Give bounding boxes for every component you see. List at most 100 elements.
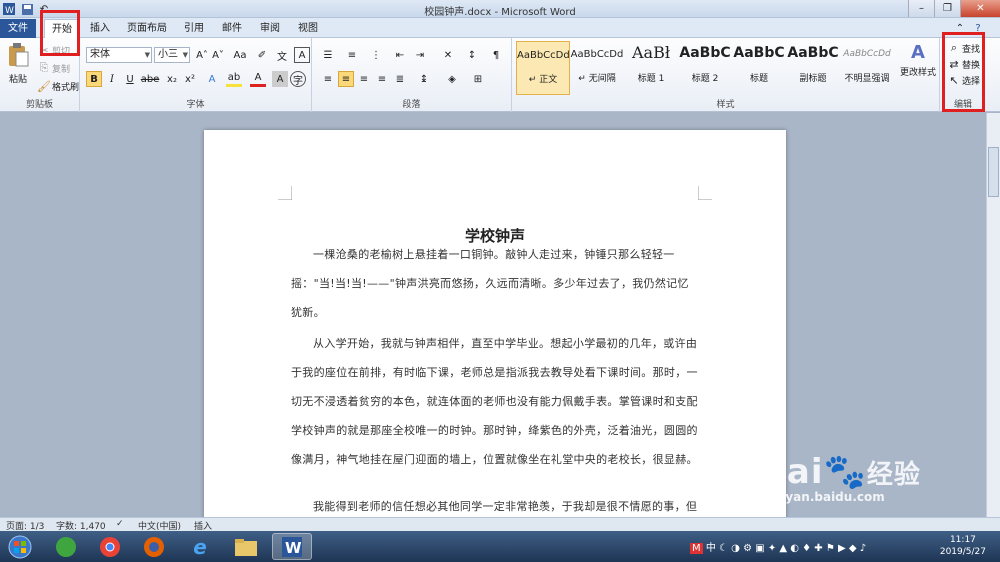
ribbon: 粘贴 ✂ 剪切 ⎘ 复制 🖌 格式刷 剪贴板 宋体 ▼ 小三 ▼ A˄ A˅ Aa ✐ 文… bbox=[0, 38, 1000, 112]
tab-review[interactable]: 审阅 bbox=[256, 19, 284, 38]
status-bar: 页面: 1/3 字数: 1,470 ✓ 中文(中国) 插入 bbox=[0, 517, 1000, 532]
highlight-box-editing bbox=[942, 32, 985, 112]
restore-button[interactable]: ❐ bbox=[934, 0, 960, 17]
paste-button[interactable]: 粘贴 bbox=[4, 42, 32, 85]
font-color-icon[interactable]: A bbox=[250, 71, 266, 87]
styles-gallery: AaBbCcDd ↵ 正文 AaBbCcDd ↵ 无间隔 AaBł 标题 1 A… bbox=[516, 41, 894, 95]
highlight-box-home-tab bbox=[40, 10, 80, 56]
clear-format-icon[interactable]: ✐ bbox=[254, 47, 270, 63]
shrink-font-icon[interactable]: A˅ bbox=[210, 47, 226, 63]
style-heading-2[interactable]: AaBbC 标题 2 bbox=[678, 41, 732, 95]
align-left-icon[interactable]: ≡ bbox=[320, 71, 336, 87]
tab-page-layout[interactable]: 页面布局 bbox=[124, 19, 170, 38]
change-styles-icon: A bbox=[911, 42, 925, 63]
chrome-icon[interactable] bbox=[90, 533, 130, 560]
align-right-icon[interactable]: ≡ bbox=[356, 71, 372, 87]
paragraph-group-label: 段落 bbox=[402, 100, 421, 110]
text-effects-icon[interactable]: A bbox=[204, 71, 220, 87]
tab-file[interactable]: 文件 bbox=[0, 19, 36, 38]
ribbon-tabs: 文件 开始 插入 页面布局 引用 邮件 审阅 视图 ⌃ ? bbox=[0, 18, 1000, 39]
style-normal[interactable]: AaBbCcDd ↵ 正文 bbox=[516, 41, 570, 95]
format-painter-button[interactable]: 🖌 格式刷 bbox=[36, 78, 79, 94]
font-group: 宋体 ▼ 小三 ▼ A˄ A˅ Aa ✐ 文 A B I U abe x₂ x² A… bbox=[80, 38, 312, 112]
ime-icon[interactable]: M bbox=[690, 543, 703, 554]
word-taskbar-icon[interactable]: W bbox=[272, 533, 312, 560]
internet-explorer-icon[interactable]: e bbox=[180, 533, 220, 560]
clipboard-group-label: 剪贴板 bbox=[25, 100, 53, 110]
close-button[interactable]: ✕ bbox=[960, 0, 1000, 17]
char-shading-icon[interactable]: A bbox=[272, 71, 288, 87]
line-spacing-icon[interactable]: ↨ bbox=[416, 71, 432, 87]
proofing-icon[interactable]: ✓ bbox=[116, 519, 124, 529]
numbering-icon[interactable]: ≡ bbox=[344, 47, 360, 63]
bullets-icon[interactable]: ☰ bbox=[320, 47, 336, 63]
document-page[interactable]: 学校钟声 一棵沧桑的老榆树上悬挂着一口铜钟。敲钟人走过来，钟锤只那么轻轻一摇："… bbox=[204, 130, 786, 517]
tab-references[interactable]: 引用 bbox=[180, 19, 208, 38]
svg-text:W: W bbox=[285, 539, 302, 557]
paste-icon bbox=[9, 43, 29, 67]
window-title: 校园钟声.docx - Microsoft Word bbox=[424, 7, 576, 18]
distributed-icon[interactable]: ≣ bbox=[392, 71, 408, 87]
baidu-watermark: Bai🐾经验 jingyan.baidu.com bbox=[760, 452, 921, 504]
vertical-scrollbar[interactable] bbox=[986, 113, 1000, 517]
style-no-spacing[interactable]: AaBbCcDd ↵ 无间隔 bbox=[570, 41, 624, 95]
margin-corner-tl bbox=[278, 186, 292, 200]
file-explorer-icon[interactable] bbox=[226, 533, 266, 560]
decrease-indent-icon[interactable]: ⇤ bbox=[392, 47, 408, 63]
ime-indicator[interactable]: 中 bbox=[706, 543, 716, 554]
scrollbar-thumb[interactable] bbox=[988, 147, 999, 197]
firefox-icon[interactable] bbox=[134, 533, 174, 560]
windows-start-icon bbox=[8, 535, 32, 558]
document-paragraph-1: 一棵沧桑的老榆树上悬挂着一口铜钟。敲钟人走过来，钟锤只那么轻轻一摇："当!当!当… bbox=[291, 248, 689, 319]
italic-icon[interactable]: I bbox=[104, 71, 120, 87]
highlight-icon[interactable]: ab bbox=[226, 71, 242, 87]
enclose-char-icon[interactable]: 字 bbox=[290, 71, 306, 87]
tray-icons[interactable]: ☾ ◑ ⚙ ▣ ✦ ▲ ◐ ♦ ✚ ⚑ ▶ ◆ ♪ bbox=[719, 543, 866, 554]
align-center-icon[interactable]: ≡ bbox=[338, 71, 354, 87]
clock[interactable]: 11:17 2019/5/27 bbox=[940, 534, 986, 558]
grow-font-icon[interactable]: A˄ bbox=[194, 47, 210, 63]
justify-icon[interactable]: ≡ bbox=[374, 71, 390, 87]
copy-icon: ⎘ bbox=[39, 61, 49, 74]
style-heading-1[interactable]: AaBł 标题 1 bbox=[624, 41, 678, 95]
start-button[interactable] bbox=[4, 533, 36, 560]
taskbar: e W M 中 ☾ ◑ ⚙ ▣ ✦ ▲ ◐ ♦ ✚ ⚑ ▶ ◆ ♪ 11:17 … bbox=[0, 531, 1000, 562]
clock-time: 11:17 bbox=[949, 535, 976, 545]
styles-group-label: 样式 bbox=[716, 100, 735, 110]
font-name-select[interactable]: 宋体 ▼ bbox=[86, 47, 152, 63]
borders-icon[interactable]: ⊞ bbox=[470, 71, 486, 87]
multilevel-list-icon[interactable]: ⋮ bbox=[368, 47, 384, 63]
minimize-button[interactable]: – bbox=[908, 0, 934, 17]
tab-mailings[interactable]: 邮件 bbox=[218, 19, 246, 38]
shading-icon[interactable]: ◈ bbox=[444, 71, 460, 87]
underline-icon[interactable]: U bbox=[122, 71, 138, 87]
bold-icon[interactable]: B bbox=[86, 71, 102, 87]
title-bar: W ↶ 校园钟声.docx - Microsoft Word – ❐ ✕ bbox=[0, 0, 1000, 18]
sort-icon[interactable]: ↕ bbox=[464, 47, 480, 63]
font-size-select[interactable]: 小三 ▼ bbox=[154, 47, 190, 63]
increase-indent-icon[interactable]: ⇥ bbox=[412, 47, 428, 63]
superscript-icon[interactable]: x² bbox=[182, 71, 198, 87]
change-case-icon[interactable]: Aa bbox=[232, 47, 248, 63]
show-marks-icon[interactable]: ¶ bbox=[488, 47, 504, 63]
paste-label: 粘贴 bbox=[8, 75, 27, 85]
style-title[interactable]: AaBbC 标题 bbox=[732, 41, 786, 95]
tab-insert[interactable]: 插入 bbox=[84, 19, 116, 38]
taskbar-app-green-icon[interactable] bbox=[46, 533, 86, 560]
tab-view[interactable]: 视图 bbox=[294, 19, 322, 38]
strikethrough-icon[interactable]: abe bbox=[141, 71, 160, 87]
tray-area: M 中 ☾ ◑ ⚙ ▣ ✦ ▲ ◐ ♦ ✚ ⚑ ▶ ◆ ♪ bbox=[690, 539, 866, 554]
phonetic-guide-icon[interactable]: 文 bbox=[274, 47, 290, 63]
subscript-icon[interactable]: x₂ bbox=[164, 71, 180, 87]
margin-corner-tr bbox=[698, 186, 712, 200]
document-paragraph-2: 从入学开始，我就与钟声相伴，直至中学毕业。想起小学最初的几年，或许由于我的座位在… bbox=[291, 337, 698, 466]
change-styles-button[interactable]: A 更改样式 bbox=[898, 42, 938, 78]
char-border-icon[interactable]: A bbox=[294, 47, 310, 63]
clock-date: 2019/5/27 bbox=[939, 547, 986, 557]
style-subtle-emphasis[interactable]: AaBbCcDd 不明显强调 bbox=[840, 41, 894, 95]
font-group-label: 字体 bbox=[186, 100, 205, 110]
style-subtitle[interactable]: AaBbC 副标题 bbox=[786, 41, 840, 95]
paragraph-group: ☰ ≡ ⋮ ⇤ ⇥ ✕ ↕ ¶ ≡ ≡ ≡ ≡ ≣ ↨ ◈ ⊞ 段落 bbox=[312, 38, 512, 112]
chinese-layout-icon[interactable]: ✕ bbox=[440, 47, 456, 63]
copy-button[interactable]: ⎘ 复制 bbox=[36, 60, 70, 76]
